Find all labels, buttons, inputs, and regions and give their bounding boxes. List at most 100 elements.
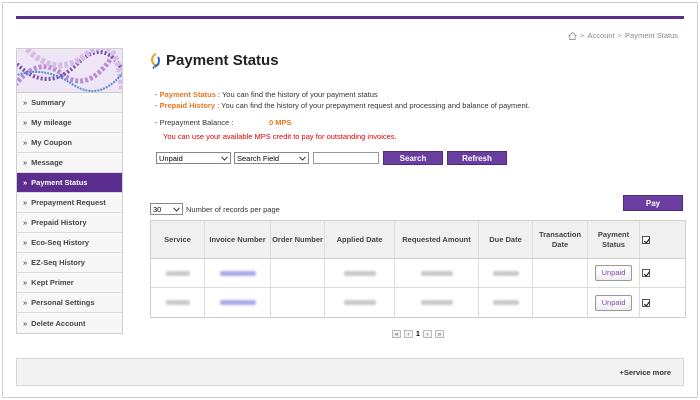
- filter-bar: Unpaid Search Field Search Refresh: [156, 151, 507, 165]
- sidebar-item-label: Prepayment Request: [31, 198, 106, 207]
- row-checkbox[interactable]: [642, 269, 651, 277]
- table-cell: [533, 288, 588, 317]
- table-cell: [479, 259, 533, 287]
- row-checkbox[interactable]: [642, 298, 651, 307]
- select-all-checkbox[interactable]: [642, 235, 651, 244]
- sidebar-item-prepayment-request[interactable]: » Prepayment Request: [17, 193, 122, 213]
- sidebar-item-payment-status[interactable]: » Payment Status: [17, 173, 122, 193]
- chevron-down-icon: [299, 155, 306, 161]
- unpaid-button[interactable]: Unpaid: [594, 265, 633, 281]
- double-chevron-right-icon: »: [23, 98, 28, 107]
- desc-prepaid-history-highlight: Prepaid History: [159, 101, 216, 110]
- double-chevron-right-icon: »: [23, 118, 28, 127]
- double-chevron-right-icon: »: [23, 138, 28, 147]
- sidebar-item-message[interactable]: » Message: [17, 153, 122, 173]
- sidebar-item-summary[interactable]: » Summary: [17, 93, 122, 113]
- desc-payment-status-text: : You can find the history of your payme…: [215, 90, 378, 99]
- breadcrumb-account[interactable]: Account: [588, 31, 615, 40]
- footer-bar: +Service more: [16, 358, 684, 386]
- sidebar-item-my-mileage[interactable]: » My mileage: [17, 113, 122, 133]
- table-cell: [325, 288, 395, 317]
- table-cell: [533, 259, 588, 287]
- balance-value: 0 MPS: [269, 118, 292, 127]
- records-select-value: 30: [153, 204, 162, 214]
- redacted-value: [420, 300, 453, 305]
- select-all-cell: [640, 221, 652, 258]
- double-chevron-right-icon: »: [23, 158, 28, 167]
- table-cell: [271, 288, 325, 317]
- redacted-value: [492, 300, 519, 305]
- redacted-value: [343, 300, 376, 305]
- desc-prepaid-history-text: : You can find the history of your prepa…: [215, 101, 530, 110]
- column-header: Invoice Number: [205, 221, 271, 258]
- next-page-button[interactable]: ›: [422, 330, 432, 338]
- redacted-value: [420, 270, 453, 276]
- redacted-value: [343, 270, 376, 276]
- table-row: Unpaid: [151, 259, 685, 288]
- title-logo-icon: [150, 52, 162, 69]
- chevron-down-icon: [221, 155, 228, 161]
- breadcrumb: > Account > Payment Status: [568, 31, 678, 40]
- payment-status-cell: Unpaid: [588, 259, 640, 287]
- double-chevron-right-icon: »: [23, 218, 28, 227]
- double-chevron-right-icon: »: [23, 198, 28, 207]
- sidebar-item-label: Message: [31, 158, 63, 167]
- breadcrumb-separator: >: [617, 31, 623, 40]
- double-chevron-right-icon: »: [23, 298, 28, 307]
- double-chevron-right-icon: »: [23, 178, 28, 187]
- sidebar-item-my-coupon[interactable]: » My Coupon: [17, 133, 122, 153]
- last-page-button[interactable]: »: [434, 330, 444, 338]
- row-select-cell: [640, 259, 652, 287]
- sidebar-item-delete-account[interactable]: » Delete Account: [17, 313, 122, 333]
- table-cell[interactable]: [205, 288, 271, 317]
- sidebar-item-personal-settings[interactable]: » Personal Settings: [17, 293, 122, 313]
- top-accent-bar: [16, 16, 684, 19]
- first-page-button[interactable]: «: [392, 330, 401, 338]
- search-button[interactable]: Search: [383, 151, 443, 165]
- sidebar-banner-image: [17, 49, 122, 93]
- double-chevron-right-icon: »: [23, 238, 28, 247]
- sidebar-item-ez-seq-history[interactable]: » EZ-Seq History: [17, 253, 122, 273]
- page-title: Payment Status: [166, 52, 279, 69]
- description: - Payment Status : You can find the hist…: [155, 89, 530, 111]
- table-cell: [479, 288, 533, 317]
- table-cell[interactable]: [205, 259, 271, 287]
- column-header: Service: [151, 221, 205, 258]
- table-cell: [395, 259, 479, 287]
- redacted-value: [165, 300, 190, 305]
- redacted-value: [219, 300, 256, 305]
- table-cell: [395, 288, 479, 317]
- home-icon[interactable]: [568, 31, 577, 40]
- search-input[interactable]: [313, 152, 379, 164]
- sidebar-item-label: Summary: [31, 98, 66, 107]
- credit-notice: You can use your available MPS credit to…: [163, 132, 397, 141]
- payment-status-cell: Unpaid: [588, 288, 640, 317]
- refresh-button[interactable]: Refresh: [447, 151, 507, 165]
- column-header: Requested Amount: [395, 221, 479, 258]
- search-field-select[interactable]: Search Field: [234, 152, 309, 164]
- current-page[interactable]: 1: [416, 331, 420, 338]
- table-cell: [151, 288, 205, 317]
- sidebar-item-label: Eco-Seq History: [31, 238, 90, 247]
- pay-button[interactable]: Pay: [623, 195, 683, 211]
- status-select[interactable]: Unpaid: [156, 152, 231, 164]
- sidebar-item-kept-primer[interactable]: » Kept Primer: [17, 273, 122, 293]
- table-header: Service Invoice Number Order Number Applied…: [151, 221, 685, 259]
- sidebar-item-label: My Coupon: [31, 138, 72, 147]
- sidebar-item-eco-seq-history[interactable]: » Eco-Seq History: [17, 233, 122, 253]
- service-more-link[interactable]: +Service more: [620, 368, 672, 377]
- unpaid-button[interactable]: Unpaid: [594, 294, 633, 311]
- double-chevron-right-icon: »: [23, 318, 28, 328]
- sidebar-item-label: EZ-Seq History: [31, 258, 85, 267]
- table-cell: [325, 259, 395, 287]
- records-select[interactable]: 30: [150, 203, 183, 215]
- column-header: Due Date: [479, 221, 533, 258]
- redacted-value: [219, 270, 256, 276]
- double-chevron-right-icon: »: [23, 278, 28, 287]
- table-row: Unpaid: [151, 288, 685, 317]
- column-header: Applied Date: [325, 221, 395, 258]
- column-header: Order Number: [271, 221, 325, 258]
- search-field-value: Search Field: [237, 153, 280, 163]
- prev-page-button[interactable]: ‹: [404, 330, 413, 338]
- sidebar-item-prepaid-history[interactable]: » Prepaid History: [17, 213, 122, 233]
